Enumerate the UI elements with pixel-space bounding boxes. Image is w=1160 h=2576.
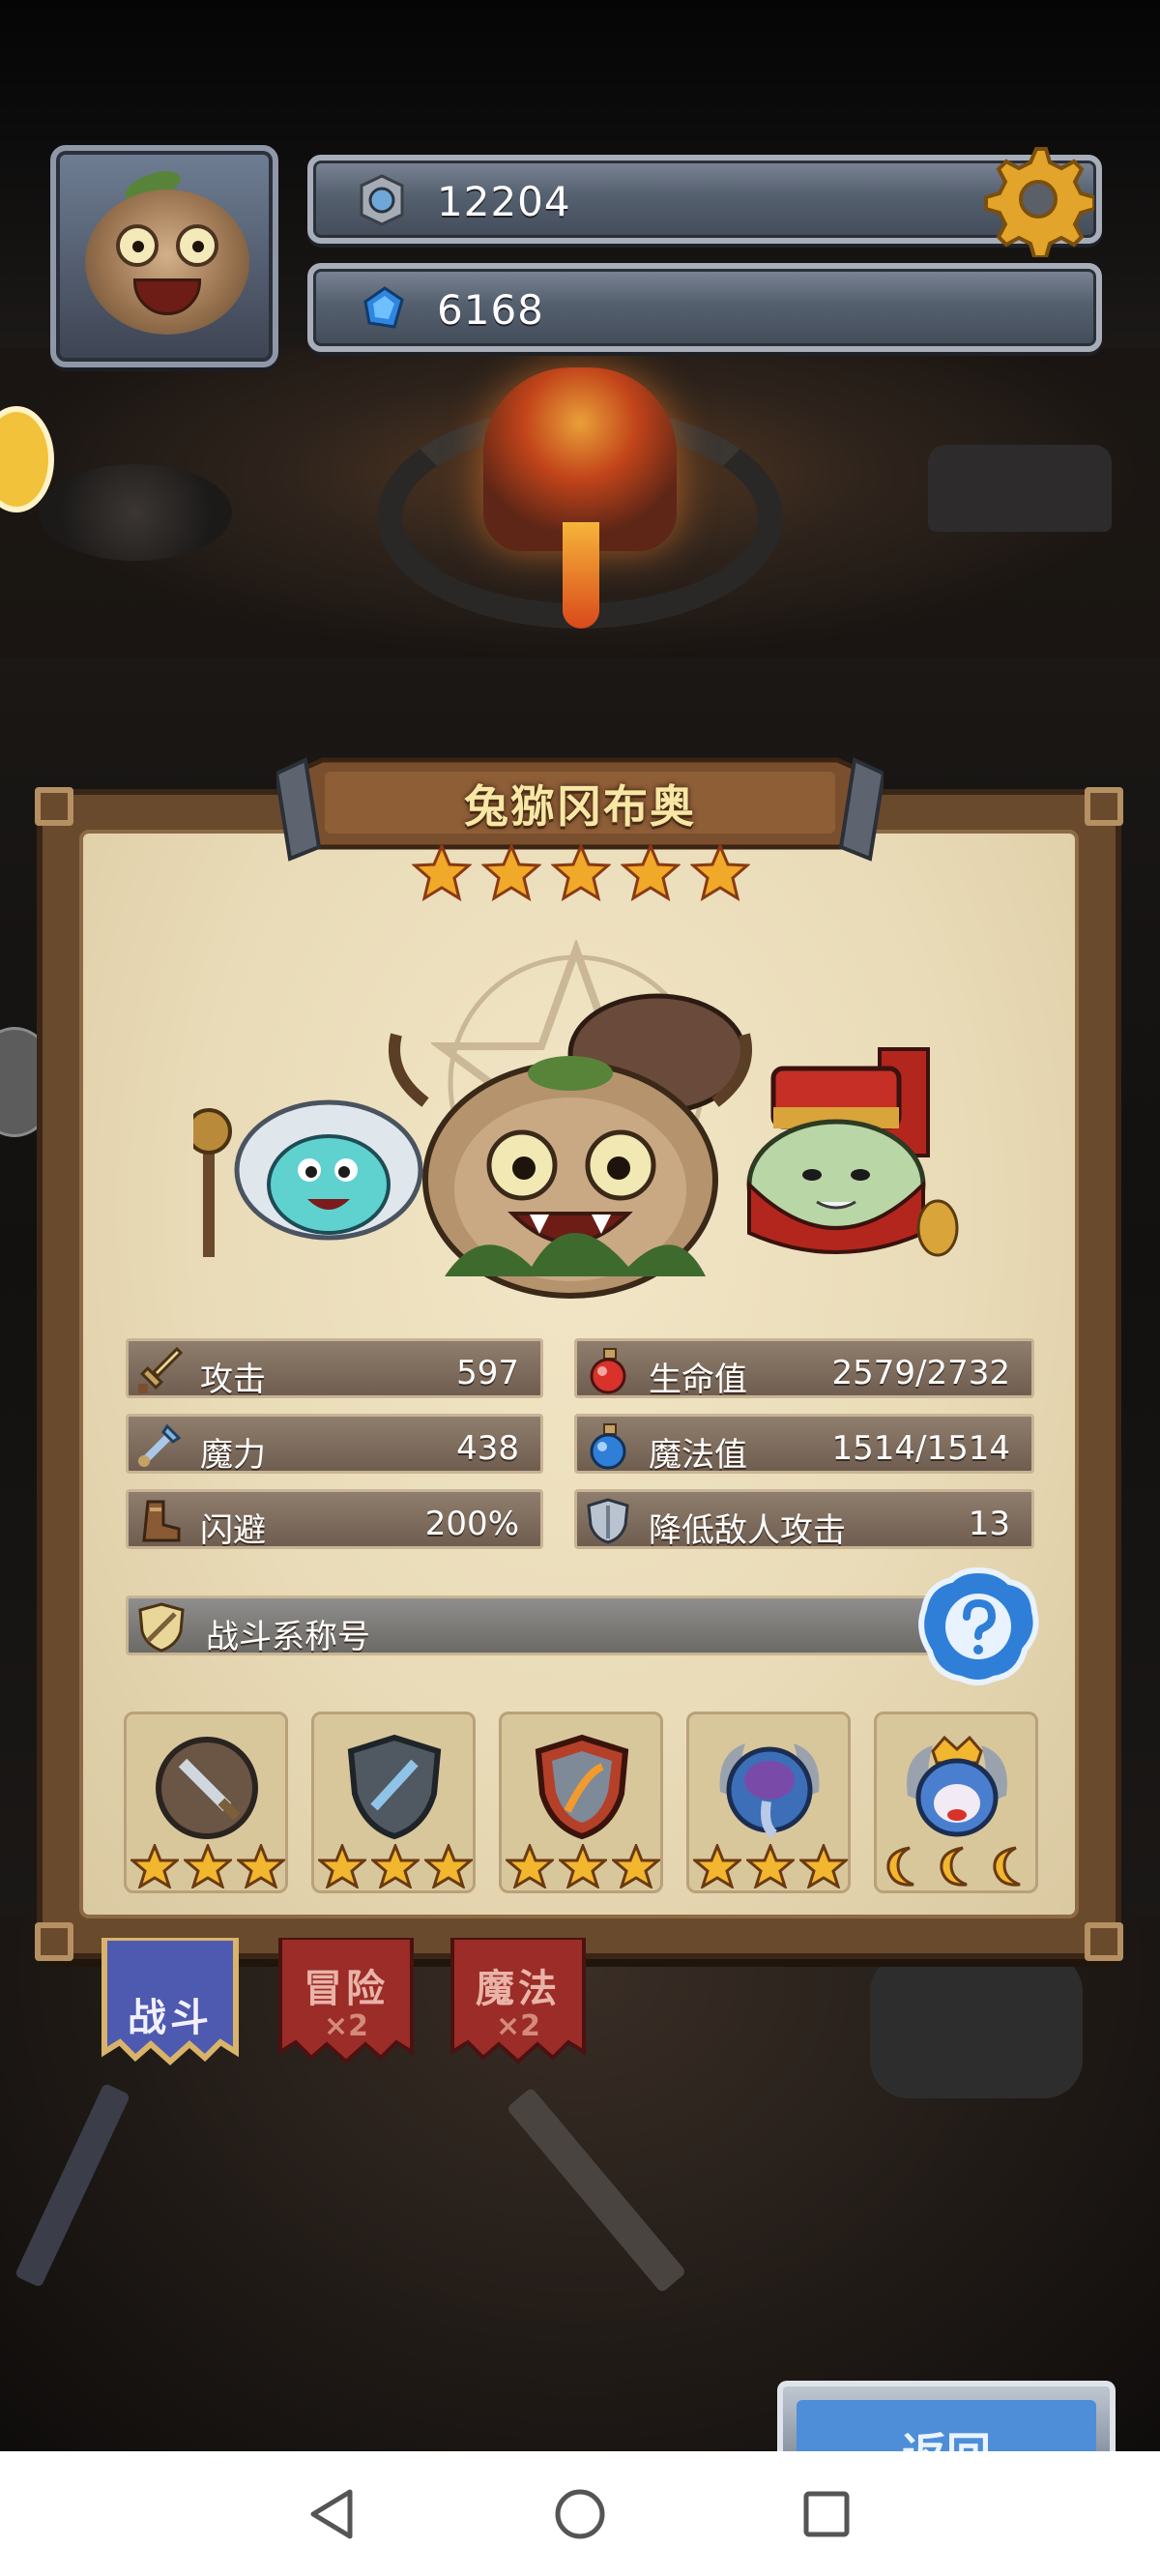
- magic-staff-icon: [138, 1423, 182, 1467]
- tab-magic-label: 魔法: [476, 1967, 561, 2011]
- stat-attack: 攻击 597: [126, 1338, 543, 1399]
- floor-helmet: [870, 1953, 1083, 2098]
- fire-shield-badge-icon: [535, 1734, 629, 1840]
- star-icon: [237, 1844, 285, 1888]
- mp-potion-icon: [590, 1423, 626, 1470]
- avatar-mouth: [133, 278, 201, 315]
- stat-dodge-label: 闪避: [200, 1511, 266, 1550]
- stat-mp-value: 1514/1514: [831, 1429, 1010, 1468]
- star-icon: [746, 1844, 795, 1888]
- stat-dodge: 闪避 200%: [126, 1489, 543, 1550]
- stat-hp-label: 生命值: [649, 1361, 747, 1399]
- star-icon: [412, 843, 472, 902]
- badge-slot-2[interactable]: [311, 1712, 476, 1893]
- coal-pile: [39, 464, 232, 561]
- sword-icon: [138, 1346, 184, 1393]
- star-icon: [481, 843, 541, 902]
- badge-slot-5[interactable]: [874, 1712, 1038, 1893]
- avatar-face: [85, 190, 249, 335]
- panel-corner: [35, 787, 73, 826]
- badge-slot-3[interactable]: [499, 1712, 663, 1893]
- star-icon: [184, 1844, 232, 1888]
- stat-dodge-value: 200%: [424, 1505, 519, 1543]
- sword-badge-icon: [156, 1737, 258, 1839]
- star-icon: [130, 1844, 179, 1888]
- character-stars: [412, 843, 750, 907]
- star-icon: [506, 1844, 554, 1888]
- recents-icon[interactable]: [793, 2480, 860, 2548]
- player-avatar[interactable]: [50, 145, 278, 367]
- star-icon: [799, 1844, 848, 1888]
- stat-magic-power-label: 魔力: [200, 1436, 266, 1475]
- gem-icon: [360, 174, 404, 226]
- anvil: [928, 445, 1112, 532]
- badge-1-stars: [130, 1844, 285, 1888]
- stat-reduce-attack: 降低敌人攻击 13: [574, 1489, 1034, 1550]
- badge-3-stars: [506, 1844, 660, 1888]
- stat-attack-value: 597: [456, 1354, 519, 1392]
- tab-battle-label: 战斗: [128, 1996, 213, 2040]
- tab-adventure[interactable]: 冒险 ×2: [273, 1936, 420, 2079]
- star-icon: [559, 1844, 607, 1888]
- tab-magic-multiplier: ×2: [495, 2009, 540, 2043]
- star-icon: [424, 1844, 473, 1888]
- elephant-badge-icon: [719, 1743, 820, 1839]
- crystal-icon: [363, 286, 404, 329]
- tab-adventure-multiplier: ×2: [323, 2009, 368, 2043]
- star-icon: [612, 1844, 660, 1888]
- combat-title-bar[interactable]: 战斗系称号: [126, 1595, 976, 1656]
- lava-drip: [563, 522, 599, 629]
- hp-potion-icon: [590, 1348, 626, 1394]
- star-icon: [551, 843, 611, 902]
- stat-reduce-attack-value: 13: [968, 1505, 1010, 1543]
- stat-mp: 魔法值 1514/1514: [574, 1414, 1034, 1475]
- crescent-moon-icon: [886, 1846, 914, 1887]
- stat-reduce-attack-label: 降低敌人攻击: [649, 1511, 846, 1550]
- stat-magic-power: 魔力 438: [126, 1414, 543, 1475]
- tab-adventure-label: 冒险: [304, 1967, 389, 2011]
- star-icon: [693, 1844, 741, 1888]
- star-icon: [318, 1844, 366, 1888]
- stat-attack-label: 攻击: [200, 1361, 266, 1399]
- home-icon[interactable]: [546, 2480, 614, 2548]
- stat-magic-power-value: 438: [456, 1429, 519, 1468]
- ox-king-badge-icon: [907, 1735, 1007, 1837]
- star-icon: [371, 1844, 420, 1888]
- star-icon: [690, 843, 750, 902]
- system-navigation-bar: [0, 2451, 1160, 2576]
- shield-badge-icon: [347, 1734, 442, 1840]
- stat-mp-label: 魔法值: [649, 1436, 747, 1475]
- combat-title-label: 战斗系称号: [206, 1618, 370, 1656]
- star-icon: [621, 843, 681, 902]
- settings-gear-icon[interactable]: [978, 141, 1094, 257]
- panel-corner: [35, 1922, 73, 1961]
- badge-4-stars: [693, 1844, 848, 1888]
- tab-battle[interactable]: 战斗: [97, 1935, 244, 2079]
- crescent-moon-icon: [940, 1846, 968, 1887]
- crystals-bar: 6168: [307, 263, 1102, 352]
- avatar-eye-right: [176, 224, 218, 267]
- character-name: 兔猕冈布奥: [464, 780, 696, 833]
- crescent-moon-icon: [993, 1846, 1021, 1887]
- shield-icon: [587, 1498, 629, 1544]
- title-shield-sword-icon: [138, 1602, 185, 1653]
- gems-value: 12204: [437, 178, 571, 225]
- emperor-gumball-creature: [746, 1047, 959, 1257]
- badge-slot-1[interactable]: [124, 1712, 288, 1893]
- avatar-eye-left: [116, 224, 159, 267]
- help-question-icon[interactable]: [916, 1566, 1040, 1686]
- panel-corner: [1085, 1922, 1123, 1961]
- stat-hp-value: 2579/2732: [831, 1354, 1010, 1392]
- boot-icon: [142, 1500, 181, 1542]
- badge-slot-4[interactable]: [686, 1712, 851, 1893]
- back-icon[interactable]: [300, 2480, 367, 2548]
- badge-2-stars: [318, 1844, 473, 1888]
- crystals-value: 6168: [437, 286, 544, 334]
- panel-corner: [1085, 787, 1123, 826]
- stat-hp: 生命值 2579/2732: [574, 1338, 1034, 1399]
- badge-5-moons: [881, 1844, 1035, 1888]
- tab-magic[interactable]: 魔法 ×2: [445, 1936, 592, 2079]
